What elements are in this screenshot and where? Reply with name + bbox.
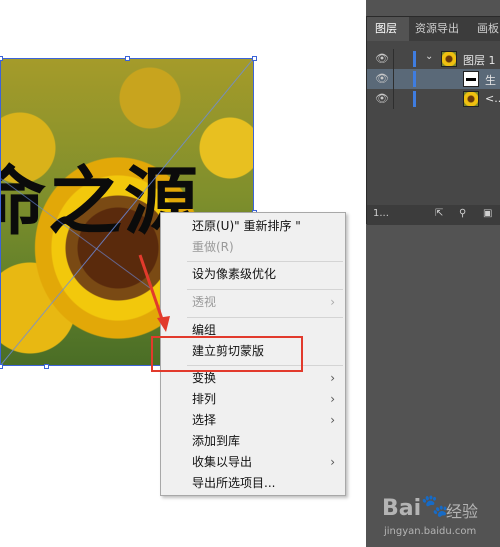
chevron-right-icon: ›	[330, 295, 335, 309]
watermark-brand: Bai	[382, 496, 422, 521]
chevron-right-icon: ›	[330, 455, 335, 469]
layer-thumbnail	[463, 91, 479, 107]
eye-icon[interactable]: 👁	[375, 93, 389, 105]
baidu-watermark: Bai 🐾 经验 jingyan.baidu.com	[382, 494, 498, 544]
menu-item-select[interactable]: 选择 ›	[161, 410, 345, 431]
layer-row-2[interactable]: 👁 生	[367, 69, 500, 89]
layer-color-bar	[413, 71, 416, 87]
panel-tabs: 图层 资源导出 画板	[367, 17, 500, 41]
tab-artboards[interactable]: 画板	[477, 17, 499, 41]
layer-row-1[interactable]: 👁 ⌄ 图层 1	[367, 49, 500, 69]
watermark-brand-suffix: 经验	[446, 502, 479, 521]
annotation-arrow	[138, 254, 170, 332]
paw-icon: 🐾	[421, 494, 449, 519]
layer-color-bar	[413, 51, 416, 67]
handle-top-right[interactable]	[252, 56, 257, 61]
menu-separator	[187, 317, 343, 318]
layers-footer: 1... ⇱ ⚲ ▣	[367, 205, 500, 225]
chevron-right-icon: ›	[330, 413, 335, 427]
layers-list: 👁 ⌄ 图层 1 👁 生 👁 <...	[367, 41, 500, 205]
menu-item-arrange[interactable]: 排列 ›	[161, 389, 345, 410]
watermark-url: jingyan.baidu.com	[384, 526, 477, 537]
tab-layers[interactable]: 图层	[367, 17, 409, 41]
right-dock: 图层 资源导出 画板 👁 ⌄ 图层 1 👁 生 👁 <. 1... ⇱ ⚲ ▣	[366, 0, 500, 547]
menu-item-add-to-library[interactable]: 添加到库	[161, 431, 345, 452]
menu-item-label: 收集以导出	[192, 455, 253, 469]
menu-item-label: 导出所选项目...	[192, 476, 276, 490]
handle-bottom-middle[interactable]	[44, 364, 49, 369]
layer-thumbnail	[441, 51, 457, 67]
menu-item-label: 添加到库	[192, 434, 241, 448]
layer-thumbnail	[463, 71, 479, 87]
menu-item-label: 选择	[192, 413, 217, 427]
lock-column[interactable]	[393, 89, 394, 109]
new-layer-icon[interactable]: ▣	[483, 208, 492, 219]
export-icon[interactable]: ⇱	[435, 208, 443, 219]
menu-item-collect-for-export[interactable]: 收集以导出 ›	[161, 452, 345, 473]
search-icon[interactable]: ⚲	[459, 208, 466, 219]
menu-item-label: 排列	[192, 392, 217, 406]
layers-panel: 图层 资源导出 画板 👁 ⌄ 图层 1 👁 生 👁 <. 1... ⇱ ⚲ ▣	[366, 16, 500, 225]
menu-item-export-selection[interactable]: 导出所选项目...	[161, 473, 345, 494]
layer-label: <...	[485, 92, 500, 105]
menu-item-label: 还原(U)" 重新排序 "	[192, 219, 301, 233]
layer-row-3[interactable]: 👁 <...	[367, 89, 500, 109]
layer-label: 图层 1	[463, 54, 496, 67]
chevron-right-icon: ›	[330, 392, 335, 406]
menu-item-label: 变换	[192, 371, 217, 385]
lock-column[interactable]	[393, 49, 394, 69]
eye-icon[interactable]: 👁	[375, 53, 389, 65]
handle-bottom-left[interactable]	[0, 364, 3, 369]
layer-label: 生	[485, 74, 496, 87]
menu-item-label: 设为像素级优化	[192, 267, 277, 281]
tab-asset-export[interactable]: 资源导出	[415, 17, 459, 41]
eye-icon[interactable]: 👁	[375, 73, 389, 85]
menu-separator	[187, 289, 343, 290]
lock-column[interactable]	[393, 69, 394, 89]
layer-count: 1...	[373, 208, 389, 219]
chevron-right-icon: ›	[330, 371, 335, 385]
layer-color-bar	[413, 91, 416, 107]
chevron-down-icon[interactable]: ⌄	[425, 51, 433, 62]
menu-separator	[187, 261, 343, 262]
